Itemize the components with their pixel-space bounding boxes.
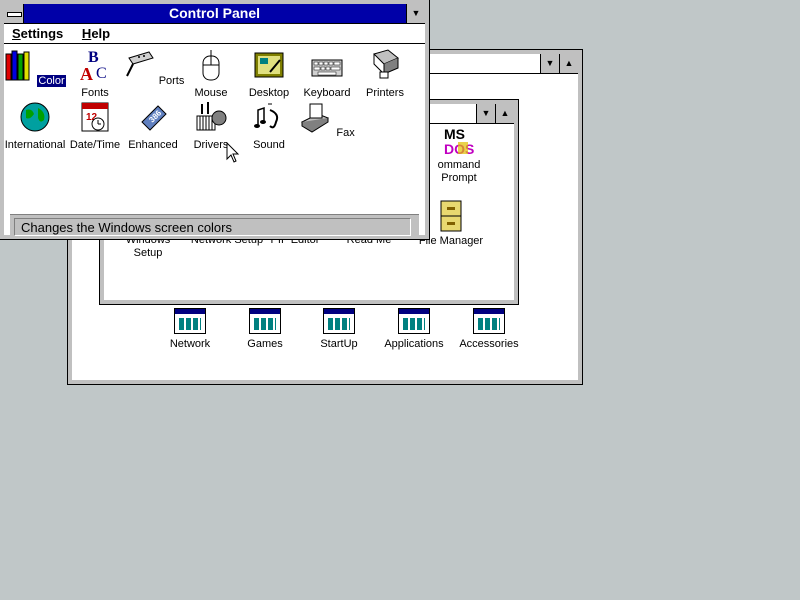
group-label: Network [169, 338, 211, 350]
international-applet[interactable]: International [2, 100, 68, 151]
chip-386-icon: 386 [141, 105, 167, 131]
menu-help[interactable]: Help [74, 24, 117, 41]
sound-applet[interactable]: Sound [236, 100, 302, 151]
applet-label: Sound [253, 139, 285, 151]
svg-text:A: A [80, 64, 93, 82]
command-prompt-label: ommand Prompt [437, 159, 481, 184]
group-startup[interactable]: StartUp [299, 308, 379, 350]
group-label: StartUp [320, 338, 358, 350]
fonts-icon: B A C [80, 49, 107, 84]
color-applet[interactable]: Color [0, 48, 66, 87]
serial-port-icon [125, 51, 154, 77]
color-crayons-icon [5, 50, 30, 81]
applet-label: Drivers [193, 139, 229, 151]
mouse-pointer-icon [226, 142, 240, 163]
status-text: Changes the Windows screen colors [14, 218, 411, 236]
program-group-icon [174, 308, 206, 334]
minimize-button[interactable]: ▼ [406, 4, 425, 23]
fax-applet[interactable]: Fax [294, 100, 360, 139]
globe-icon [20, 102, 50, 132]
ports-applet[interactable]: Ports [120, 48, 186, 87]
date-time-applet[interactable]: 12 Date/Time [62, 100, 128, 151]
applet-label: Fax [336, 127, 355, 139]
menu-bar: Settings Help [4, 24, 425, 44]
group-label: Accessories [459, 338, 519, 350]
printers-applet[interactable]: Printers [352, 48, 418, 99]
fax-icon [301, 103, 330, 133]
printer-icon [373, 49, 399, 79]
applet-label: Desktop [248, 87, 290, 99]
control-panel-titlebar[interactable]: Control Panel ▼ [4, 4, 425, 24]
group-label: Games [247, 338, 283, 350]
group-label: Applications [384, 338, 444, 350]
ms-dos-icon: MS DOS [444, 126, 474, 157]
calendar-clock-icon: 12 [81, 102, 109, 132]
minimize-button[interactable]: ▼ [540, 54, 559, 73]
control-panel-window[interactable]: Control Panel ▼ Settings Help Color B A … [0, 0, 430, 240]
desktop-icon [254, 52, 284, 78]
drivers-icon [196, 102, 227, 131]
applet-label: International [4, 139, 66, 151]
applet-label: Fonts [81, 87, 109, 99]
file-cabinet-icon [440, 200, 462, 232]
program-group-icon [323, 308, 355, 334]
maximize-button[interactable]: ▲ [559, 54, 578, 73]
sound-icon [254, 103, 279, 129]
control-panel-icons: Color B A C Fonts Ports Mouse Desktop Ke… [4, 44, 425, 214]
applet-label: Date/Time [69, 139, 121, 151]
system-menu-button[interactable] [4, 4, 24, 23]
group-accessories[interactable]: Accessories [449, 308, 529, 350]
menu-settings[interactable]: Settings [4, 24, 70, 41]
command-prompt-item[interactable]: MS DOS ommand Prompt [424, 126, 494, 185]
program-group-icon [249, 308, 281, 334]
program-group-icon [398, 308, 430, 334]
svg-text:MS: MS [444, 126, 465, 142]
program-group-icon [473, 308, 505, 334]
keyboard-applet[interactable]: Keyboard [294, 48, 360, 99]
desktop-applet[interactable]: Desktop [236, 48, 302, 99]
minimize-button[interactable]: ▼ [476, 104, 495, 123]
status-bar: Changes the Windows screen colors [10, 214, 419, 236]
mouse-icon [202, 50, 220, 81]
group-games[interactable]: Games [225, 308, 305, 350]
mouse-applet[interactable]: Mouse [178, 48, 244, 99]
fonts-applet[interactable]: B A C Fonts [62, 48, 128, 99]
program-group-icons: Network Games StartUp Applications Acces… [72, 308, 578, 368]
keyboard-icon [311, 59, 343, 77]
enhanced-applet[interactable]: 386 Enhanced [120, 100, 186, 151]
window-title: Control Panel [168, 5, 260, 21]
applet-label: Mouse [194, 87, 228, 99]
group-applications[interactable]: Applications [374, 308, 454, 350]
group-network[interactable]: Network [150, 308, 230, 350]
maximize-button[interactable]: ▲ [495, 104, 514, 123]
applet-label: Printers [366, 87, 404, 99]
svg-text:C: C [96, 65, 107, 82]
applet-label: Enhanced [128, 139, 178, 151]
applet-label: Keyboard [303, 87, 351, 99]
